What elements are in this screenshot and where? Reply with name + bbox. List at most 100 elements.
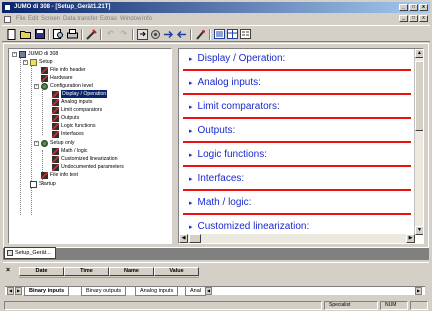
tool-icon bbox=[41, 66, 48, 74]
doc-minimize-button[interactable]: _ bbox=[399, 15, 408, 22]
tool-icon[interactable] bbox=[85, 28, 98, 40]
scroll-left-icon[interactable]: ◀ bbox=[179, 234, 188, 243]
vertical-scroll-thumb[interactable] bbox=[415, 61, 423, 131]
detail-view-icon[interactable] bbox=[239, 28, 252, 40]
wrench-icon[interactable] bbox=[194, 28, 207, 40]
document-window-controls: _ □ x bbox=[399, 15, 428, 22]
tab-scroll-end-right-icon[interactable]: ▶ bbox=[415, 287, 422, 295]
tool-icon bbox=[52, 98, 59, 106]
tab-analog-inputs[interactable]: Analog inputs bbox=[135, 287, 179, 296]
collapse-icon[interactable]: - bbox=[12, 51, 17, 57]
arrow-right-icon: ▸ bbox=[189, 56, 193, 63]
tree-node-file-info-header[interactable]: File info header bbox=[41, 66, 86, 74]
section-analog-inputs[interactable]: ▸ Analog inputs: bbox=[183, 73, 411, 95]
document-tab[interactable]: Setup_Gerät... bbox=[4, 247, 56, 259]
menu-info[interactable]: Info bbox=[142, 14, 152, 24]
save-icon[interactable] bbox=[33, 28, 46, 40]
tree-node-logic-functions[interactable]: Logic functions bbox=[52, 122, 96, 130]
collapse-icon[interactable]: - bbox=[34, 140, 39, 146]
tree-node-analog-inputs[interactable]: Analog inputs bbox=[52, 98, 92, 106]
tool-icon bbox=[52, 114, 59, 122]
tool-icon bbox=[52, 163, 59, 171]
open-folder-icon[interactable] bbox=[19, 28, 32, 40]
tab-scroll-right-icon[interactable]: ▶ bbox=[15, 287, 22, 295]
tree-node-root[interactable]: - JUMO di 308 bbox=[12, 50, 58, 58]
status-user: Specialist bbox=[324, 301, 378, 310]
setup-tree: - JUMO di 308 - Setup File info header H… bbox=[8, 48, 172, 244]
tree-node-setup[interactable]: - Setup bbox=[23, 58, 53, 66]
scroll-right-icon[interactable]: ▶ bbox=[406, 234, 415, 243]
tab-scroll-end-left-icon[interactable]: ◀ bbox=[205, 287, 212, 295]
column-name[interactable]: Name bbox=[109, 267, 154, 276]
collapse-icon[interactable]: - bbox=[23, 59, 28, 65]
title-bar[interactable]: JUMO di 308 - [Setup_Gerät1.21T] _ □ x bbox=[2, 2, 430, 13]
vertical-scrollbar[interactable]: ▲ ▼ bbox=[414, 49, 423, 235]
section-outputs[interactable]: ▸ Outputs: bbox=[183, 121, 411, 143]
table-view-icon[interactable] bbox=[226, 28, 239, 40]
receive-icon[interactable] bbox=[175, 28, 188, 40]
minimize-button[interactable]: _ bbox=[399, 4, 408, 11]
section-display-operation[interactable]: ▸ Display / Operation: bbox=[183, 49, 411, 71]
section-limit-comparators[interactable]: ▸ Limit comparators: bbox=[183, 97, 411, 119]
tree-node-outputs[interactable]: Outputs bbox=[52, 114, 79, 122]
tree-node-customized-linearization[interactable]: Customized linearization bbox=[52, 155, 118, 163]
horizontal-scrollbar[interactable]: ◀ ▶ bbox=[179, 234, 415, 243]
tree-node-setup-only[interactable]: - Setup only bbox=[34, 139, 75, 147]
column-date[interactable]: Date bbox=[19, 267, 64, 276]
menu-data-transfer[interactable]: Data transfer bbox=[63, 14, 98, 24]
folder-icon bbox=[30, 58, 37, 66]
tree-node-file-info-text[interactable]: File info text bbox=[41, 171, 78, 179]
tree-node-undocumented-parameters[interactable]: Undocumented parameters bbox=[52, 163, 124, 171]
device-icon bbox=[19, 50, 26, 58]
arrow-right-icon: ▸ bbox=[189, 200, 193, 207]
send-icon[interactable] bbox=[162, 28, 175, 40]
section-math-logic[interactable]: ▸ Math / logic: bbox=[183, 193, 411, 215]
collapse-icon[interactable]: - bbox=[34, 83, 39, 89]
tab-binary-inputs[interactable]: Binary inputs bbox=[24, 287, 70, 296]
tree-node-configuration-level[interactable]: - Configuration level bbox=[34, 82, 93, 90]
new-file-icon[interactable] bbox=[5, 28, 18, 40]
settings-icon[interactable] bbox=[149, 28, 162, 40]
print-icon[interactable] bbox=[66, 28, 79, 40]
status-num: NUM bbox=[380, 301, 408, 310]
tab-anal[interactable]: Anal bbox=[185, 287, 207, 296]
close-button[interactable]: x bbox=[419, 4, 428, 11]
setup-document-window: - JUMO di 308 - Setup File info header H… bbox=[3, 43, 429, 248]
tab-binary-outputs[interactable]: Binary outputs bbox=[81, 287, 127, 296]
tree-node-startup[interactable]: Startup bbox=[30, 180, 56, 188]
tree-node-limit-comparators[interactable]: Limit comparators bbox=[52, 106, 102, 114]
menu-edit[interactable]: Edit bbox=[28, 14, 38, 24]
maximize-button[interactable]: □ bbox=[409, 4, 418, 11]
menu-file[interactable]: File bbox=[16, 14, 26, 24]
horizontal-scroll-thumb[interactable] bbox=[189, 234, 201, 243]
scroll-up-icon[interactable]: ▲ bbox=[415, 49, 423, 58]
tree-node-display-operation[interactable]: Display / Operation bbox=[52, 90, 108, 98]
column-time[interactable]: Time bbox=[64, 267, 109, 276]
transfer-icon[interactable] bbox=[136, 28, 149, 40]
scroll-down-icon[interactable]: ▼ bbox=[415, 226, 423, 235]
tree-node-hardware[interactable]: Hardware bbox=[41, 74, 73, 82]
doc-restore-button[interactable]: □ bbox=[409, 15, 418, 22]
undo-icon[interactable]: ↶ bbox=[104, 28, 117, 40]
close-icon[interactable]: × bbox=[6, 267, 10, 274]
menu-screen[interactable]: Screen bbox=[41, 14, 60, 24]
section-logic-functions[interactable]: ▸ Logic functions: bbox=[183, 145, 411, 167]
menu-window[interactable]: Window bbox=[120, 14, 141, 24]
section-interfaces[interactable]: ▸ Interfaces: bbox=[183, 169, 411, 191]
mdi-workspace: - JUMO di 308 - Setup File info header H… bbox=[3, 43, 429, 260]
tab-scroll-left-icon[interactable]: ◀ bbox=[7, 287, 14, 295]
menu-extras[interactable]: Extras bbox=[100, 14, 117, 24]
tree-node-interfaces[interactable]: Interfaces bbox=[52, 130, 84, 138]
redo-icon[interactable]: ↷ bbox=[117, 28, 130, 40]
event-list-pane: × Date Time Name Value ◀ ▶ Binary inputs… bbox=[3, 262, 429, 299]
print-preview-icon[interactable] bbox=[52, 28, 65, 40]
app-icon[interactable] bbox=[4, 4, 11, 11]
tree-node-math-logic[interactable]: Math / logic bbox=[52, 147, 88, 155]
column-value[interactable]: Value bbox=[154, 267, 199, 276]
tool-icon bbox=[41, 74, 48, 82]
list-view-icon[interactable] bbox=[213, 28, 226, 40]
doc-close-button[interactable]: x bbox=[419, 15, 428, 22]
arrow-right-icon: ▸ bbox=[189, 104, 193, 111]
tool-icon bbox=[41, 171, 48, 179]
document-icon[interactable] bbox=[4, 16, 11, 23]
